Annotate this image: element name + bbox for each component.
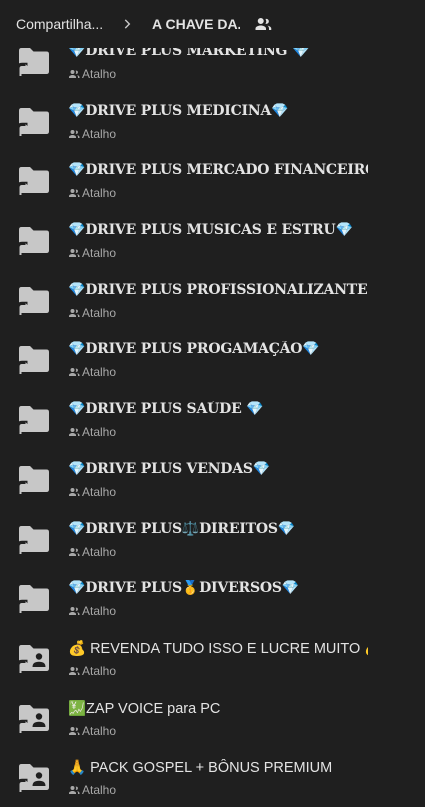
item-subtitle: Atalho xyxy=(68,783,116,797)
more-options-button[interactable] xyxy=(390,51,408,69)
list-item[interactable]: 💰 REVENDA TUDO ISSO E LUCRE MUITO 💰 Atalh… xyxy=(0,628,425,688)
shared-folder-shortcut-icon xyxy=(16,703,51,733)
item-subtitle: Atalho xyxy=(68,306,116,320)
shortcut-label: Atalho xyxy=(82,186,117,201)
more-options-button[interactable] xyxy=(390,409,408,427)
top-bar: Compartilha... A CHAVE DA... xyxy=(0,0,425,48)
people-icon xyxy=(68,486,82,498)
item-title: 💎DRIVE PLUS PROGAMAÇÃO💎 xyxy=(68,341,320,358)
shortcut-label: Atalho xyxy=(82,425,117,440)
people-icon xyxy=(68,725,82,737)
item-title: 💎DRIVE PLUS PROFISSIONALIZANTES... xyxy=(68,281,368,298)
more-options-button[interactable] xyxy=(390,170,408,188)
more-options-button[interactable] xyxy=(390,290,408,308)
list-item[interactable]: 💎DRIVE PLUS VENDAS💎 Atalho xyxy=(0,449,425,509)
folder-shortcut-icon xyxy=(16,106,51,136)
item-subtitle: Atalho xyxy=(68,246,116,260)
people-icon xyxy=(68,68,82,80)
item-subtitle: Atalho xyxy=(68,604,116,618)
file-list: 💎DRIVE PLUS MARKETING 💎 Atalho 💎DRIVE PLUS… xyxy=(0,31,425,807)
folder-shortcut-icon xyxy=(16,344,51,375)
list-item[interactable]: 💹ZAP VOICE para PC Atalho xyxy=(0,688,425,748)
shortcut-label: Atalho xyxy=(82,663,117,678)
list-item[interactable]: 💎DRIVE PLUS PROFISSIONALIZANTES... Atalho xyxy=(0,270,425,330)
item-title: 💰 REVENDA TUDO ISSO E LUCRE MUITO 💰 xyxy=(68,640,368,657)
item-subtitle: Atalho xyxy=(68,365,116,379)
item-subtitle: Atalho xyxy=(68,545,116,559)
people-icon xyxy=(68,187,82,199)
shortcut-label: Atalho xyxy=(82,723,117,738)
shortcut-label: Atalho xyxy=(82,67,117,81)
more-options-button[interactable] xyxy=(390,708,408,726)
item-title: 💎DRIVE PLUS SAÚDE 💎 xyxy=(68,401,264,418)
list-item[interactable]: 🙏 PACK GOSPEL + BÔNUS PREMIUM Atalho xyxy=(0,747,425,807)
folder-shortcut-icon xyxy=(16,524,51,554)
more-options-button[interactable] xyxy=(390,767,408,785)
shortcut-label: Atalho xyxy=(82,365,117,380)
list-item[interactable]: 💎DRIVE PLUS MEDICINA💎 Atalho xyxy=(0,91,425,151)
item-title: 💎DRIVE PLUS🥇DIVERSOS💎 xyxy=(68,580,300,597)
item-subtitle: Atalho xyxy=(68,186,116,200)
breadcrumb-parent[interactable]: Compartilha... xyxy=(16,16,112,32)
item-subtitle: Atalho xyxy=(68,664,116,678)
item-title: 💎DRIVE PLUS MUSICAS E ESTRU💎 xyxy=(68,222,353,239)
item-subtitle: Atalho xyxy=(68,425,116,439)
folder-shortcut-icon xyxy=(16,285,51,315)
item-title: 💎DRIVE PLUS MEDICINA💎 xyxy=(68,102,289,119)
item-title: 🙏 PACK GOSPEL + BÔNUS PREMIUM xyxy=(68,760,333,777)
more-options-button[interactable] xyxy=(390,648,408,666)
people-icon xyxy=(68,247,82,259)
list-item[interactable]: 💎DRIVE PLUS⚖️DIREITOS💎 Atalho xyxy=(0,509,425,569)
list-item[interactable]: 💎DRIVE PLUS PROGAMAÇÃO💎 Atalho xyxy=(0,329,425,389)
more-options-button[interactable] xyxy=(390,349,408,367)
list-item[interactable]: 💎DRIVE PLUS MERCADO FINANCEIRO💎 Atalho xyxy=(0,150,425,210)
list-item[interactable]: 💎DRIVE PLUS SAÚDE 💎 Atalho xyxy=(0,389,425,449)
people-icon xyxy=(68,605,82,617)
list-item[interactable]: 💎DRIVE PLUS🥇DIVERSOS💎 Atalho xyxy=(0,568,425,628)
shared-folder-shortcut-icon xyxy=(16,762,51,793)
people-icon xyxy=(68,784,82,796)
shortcut-label: Atalho xyxy=(82,604,117,619)
item-subtitle: Atalho xyxy=(68,127,116,141)
people-icon xyxy=(68,128,82,140)
item-subtitle: Atalho xyxy=(68,724,116,738)
folder-shortcut-icon xyxy=(16,404,51,435)
item-subtitle: Atalho xyxy=(68,485,116,499)
more-options-button[interactable] xyxy=(390,529,408,547)
item-subtitle: Atalho xyxy=(68,67,116,81)
breadcrumb-current[interactable]: A CHAVE DA... xyxy=(152,16,240,32)
people-icon xyxy=(68,546,82,558)
item-title: 💎DRIVE PLUS MERCADO FINANCEIRO💎 xyxy=(68,162,368,179)
people-icon xyxy=(68,426,82,438)
shortcut-label: Atalho xyxy=(82,305,117,320)
chevron-right-icon xyxy=(124,19,131,29)
people-icon xyxy=(68,307,82,319)
shortcut-label: Atalho xyxy=(82,126,117,141)
folder-shortcut-icon xyxy=(16,225,51,256)
more-options-button[interactable] xyxy=(390,111,408,129)
people-icon xyxy=(68,665,82,677)
people-icon xyxy=(68,366,82,378)
more-options-button[interactable] xyxy=(390,588,408,606)
shortcut-label: Atalho xyxy=(82,544,117,559)
shortcut-label: Atalho xyxy=(82,783,117,798)
more-options-button[interactable] xyxy=(390,230,408,248)
folder-shortcut-icon xyxy=(16,583,51,614)
item-title: 💹ZAP VOICE para PC xyxy=(68,700,221,717)
item-title: 💎DRIVE PLUS VENDAS💎 xyxy=(68,460,271,477)
shortcut-label: Atalho xyxy=(82,246,117,261)
item-title: 💎DRIVE PLUS⚖️DIREITOS💎 xyxy=(68,520,296,537)
more-options-button[interactable] xyxy=(390,469,408,487)
people-icon[interactable] xyxy=(254,15,272,33)
folder-shortcut-icon xyxy=(16,165,51,196)
folder-shortcut-icon xyxy=(16,464,51,494)
shortcut-label: Atalho xyxy=(82,484,117,499)
shared-folder-shortcut-icon xyxy=(16,643,51,673)
list-item[interactable]: 💎DRIVE PLUS MUSICAS E ESTRU💎 Atalho xyxy=(0,210,425,270)
folder-shortcut-icon xyxy=(16,46,51,76)
